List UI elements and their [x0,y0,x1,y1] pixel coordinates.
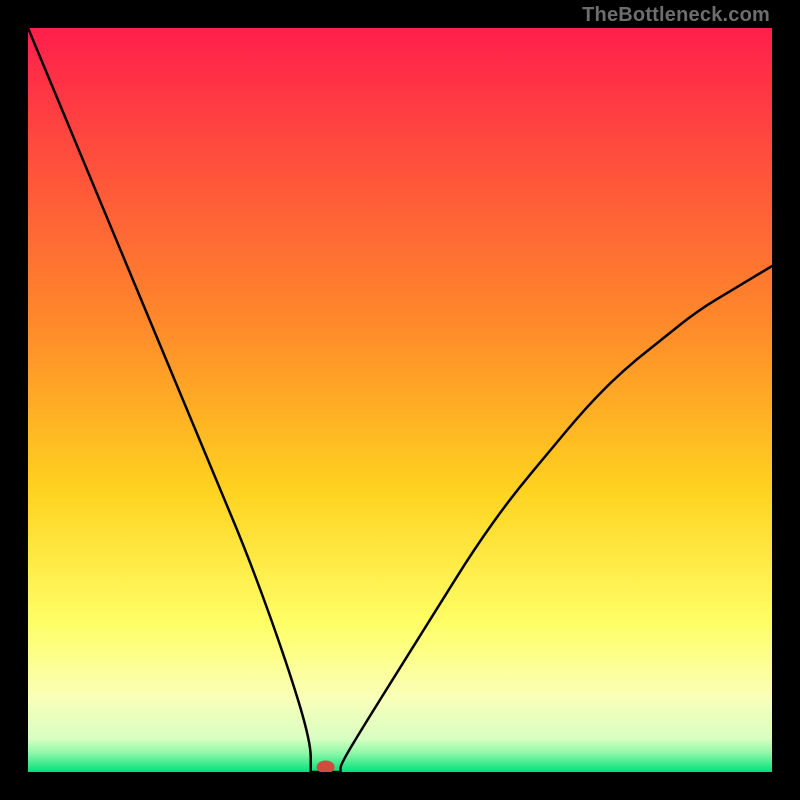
outer-frame: TheBottleneck.com [0,0,800,800]
watermark-text: TheBottleneck.com [582,4,770,27]
gradient-background [28,28,772,772]
chart-area [28,28,772,772]
chart-svg [28,28,772,772]
